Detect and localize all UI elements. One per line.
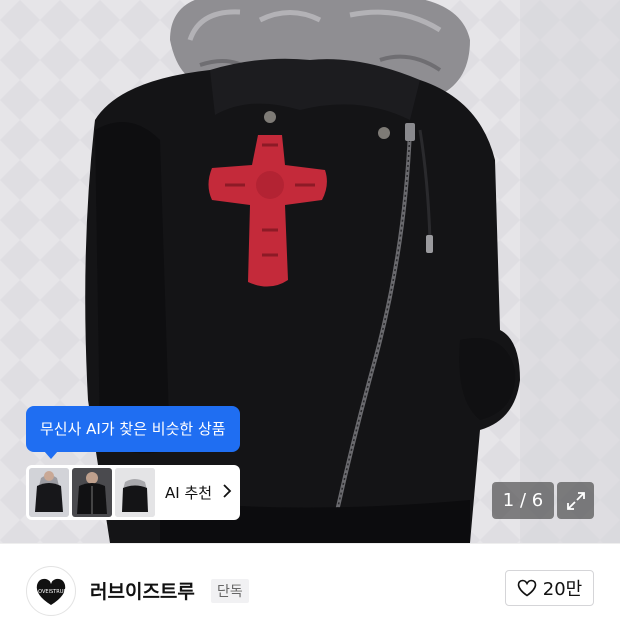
similar-product-thumbnail[interactable] [72, 468, 112, 517]
similar-product-thumbnail[interactable] [115, 468, 155, 517]
expand-icon [566, 491, 585, 510]
product-photo-illustration [0, 0, 620, 543]
expand-image-button[interactable] [557, 482, 594, 519]
brand-logo[interactable]: LOVEISTRUE [26, 566, 76, 616]
ai-thumbnails [29, 468, 155, 517]
like-button[interactable]: 20만 [505, 570, 594, 606]
chevron-right-icon [222, 483, 232, 503]
product-detail-page: 무신사 AI가 찾은 비슷한 상품 AI 추천 1 / 6 LOVEISTRUE… [0, 0, 620, 620]
image-pager: 1 / 6 [492, 482, 554, 519]
heart-icon [517, 579, 537, 597]
similar-product-thumbnail[interactable] [29, 468, 69, 517]
product-photo[interactable] [0, 0, 620, 543]
ai-similar-tooltip: 무신사 AI가 찾은 비슷한 상품 [26, 406, 240, 459]
brand-logo-mark: LOVEISTRUE [35, 578, 67, 605]
svg-text:LOVEISTRUE: LOVEISTRUE [35, 589, 66, 595]
like-count: 20만 [542, 579, 583, 600]
ai-recommend-card[interactable]: AI 추천 [26, 465, 240, 520]
brand-name[interactable]: 러브이즈트루 [90, 577, 195, 604]
brand-bar: LOVEISTRUE 러브이즈트루 단독 20만 [0, 543, 620, 620]
exclusive-badge: 단독 [211, 579, 249, 603]
ai-recommend-label: AI 추천 [165, 484, 213, 502]
